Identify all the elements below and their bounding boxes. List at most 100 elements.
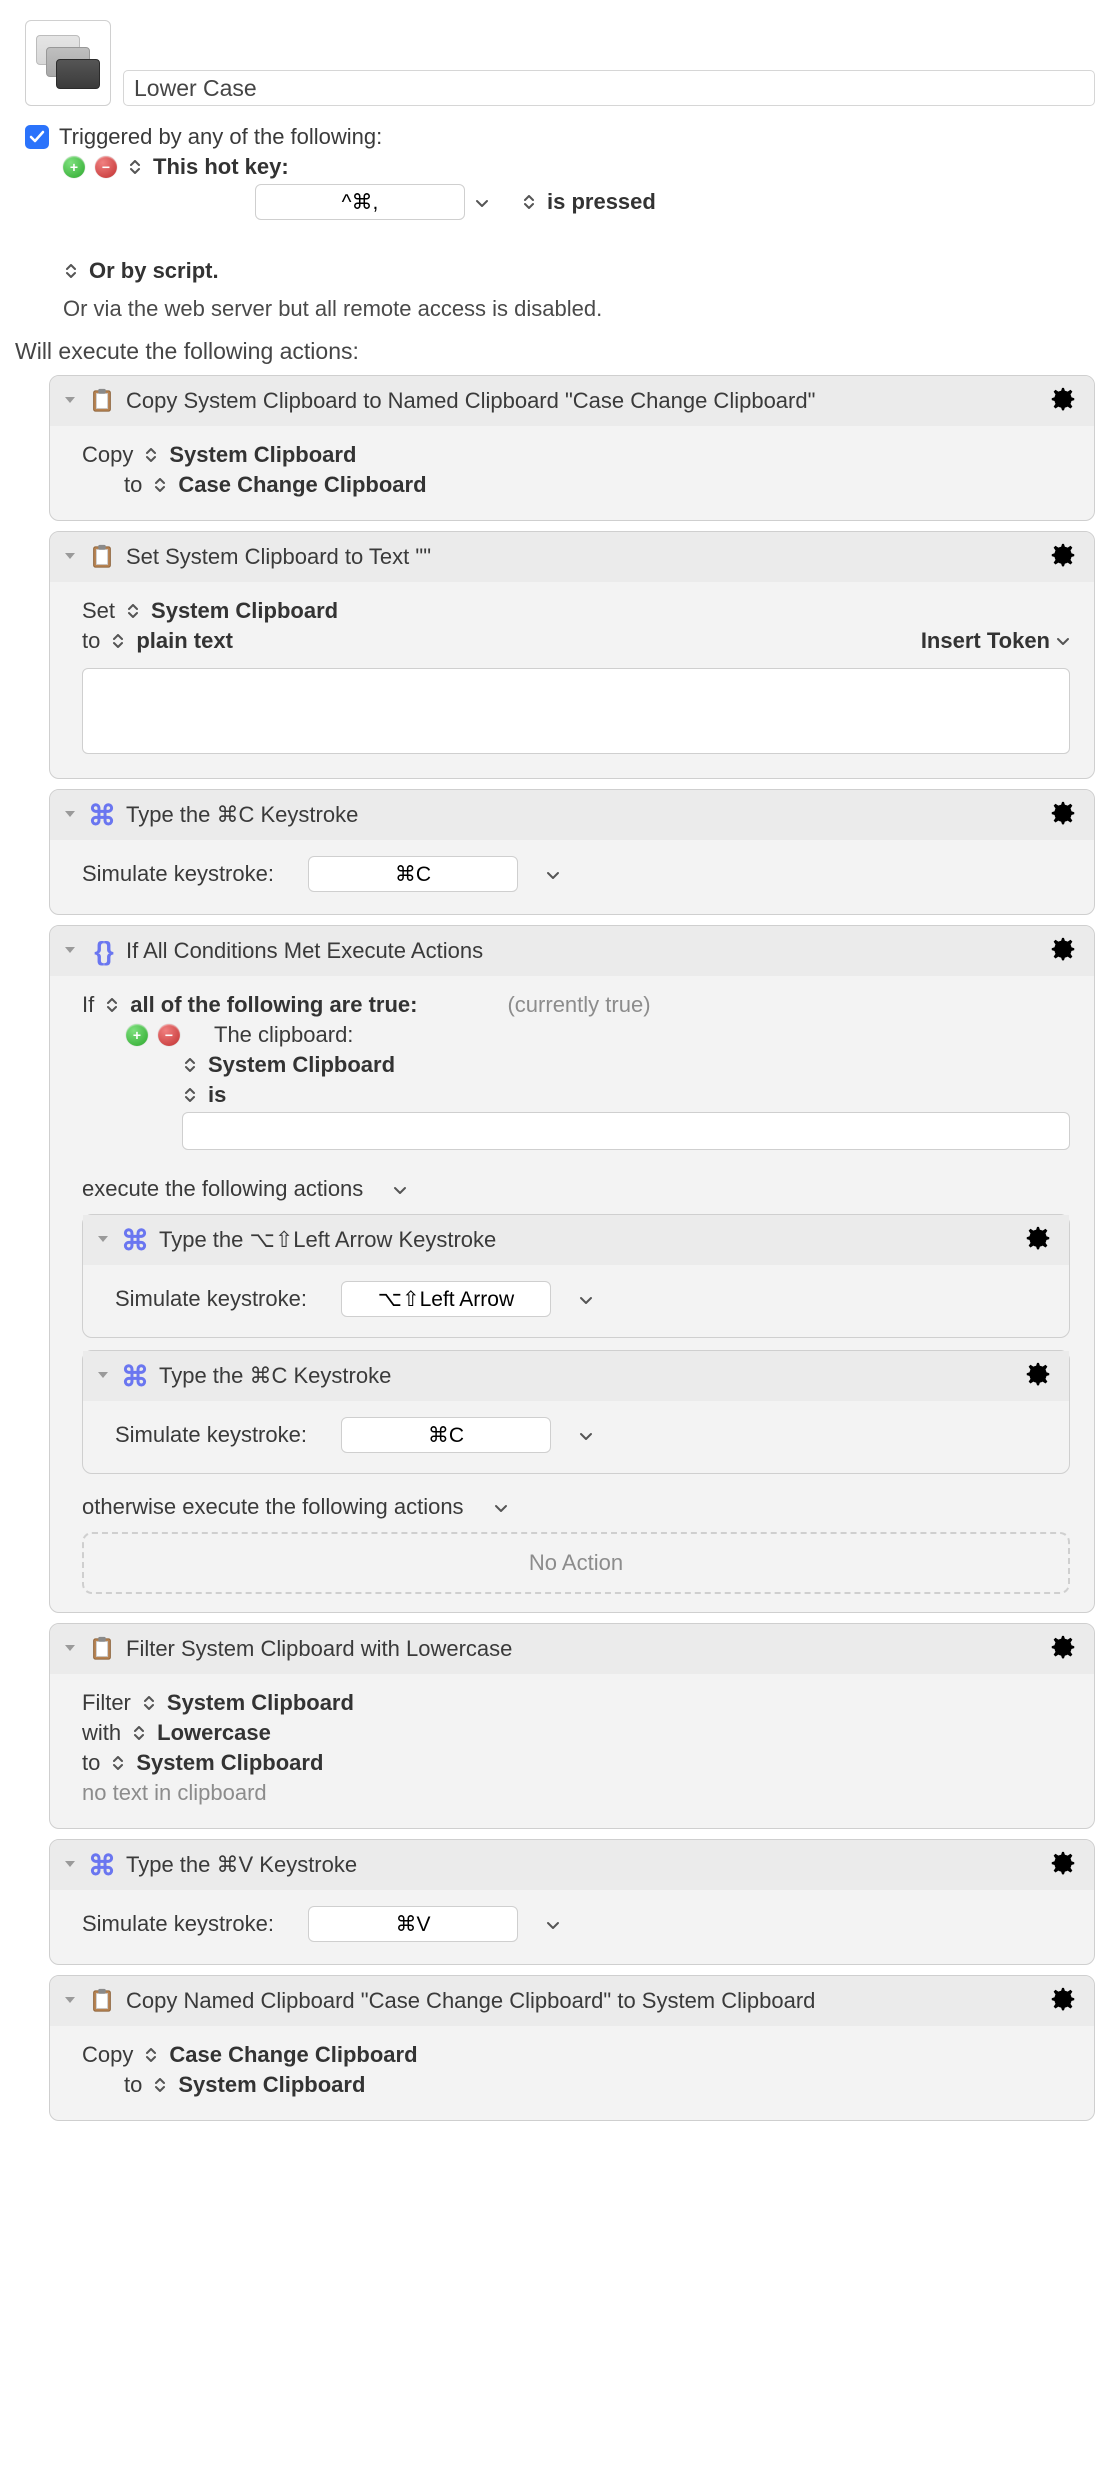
gear-icon[interactable] bbox=[1048, 386, 1078, 416]
gear-icon[interactable] bbox=[1048, 936, 1078, 966]
filter-source: System Clipboard bbox=[167, 1690, 354, 1716]
gear-icon[interactable] bbox=[1048, 800, 1078, 830]
selector-icon[interactable] bbox=[182, 1082, 198, 1108]
simulate-label: Simulate keystroke: bbox=[82, 861, 274, 887]
gear-icon[interactable] bbox=[1048, 1986, 1078, 2016]
chevron-down-icon[interactable] bbox=[475, 189, 489, 215]
gear-icon[interactable] bbox=[1048, 1850, 1078, 1880]
remove-condition-button[interactable]: − bbox=[158, 1024, 180, 1046]
to-value: System Clipboard bbox=[136, 1750, 323, 1776]
action-type-keystroke-cmd-v: ⌘ Type the ⌘V Keystroke Simulate keystro… bbox=[49, 1839, 1095, 1965]
selector-icon[interactable] bbox=[182, 1052, 198, 1078]
copy-source: Case Change Clipboard bbox=[169, 2042, 417, 2068]
selector-icon[interactable] bbox=[152, 472, 168, 498]
all-label: all of the following are true: bbox=[130, 992, 417, 1018]
copy-label: Copy bbox=[82, 442, 133, 468]
hot-key-label: This hot key: bbox=[153, 154, 289, 180]
to-label: to bbox=[124, 2072, 142, 2098]
action-title: Type the ⌘C Keystroke bbox=[159, 1363, 391, 1389]
keystroke-input[interactable] bbox=[341, 1417, 551, 1453]
insert-token-button[interactable]: Insert Token bbox=[921, 628, 1070, 654]
gear-icon[interactable] bbox=[1023, 1361, 1053, 1391]
disclose-icon[interactable] bbox=[62, 544, 78, 570]
selector-icon[interactable] bbox=[127, 154, 143, 180]
add-trigger-button[interactable]: + bbox=[63, 156, 85, 178]
chevron-down-icon[interactable] bbox=[546, 1911, 560, 1937]
disclose-icon[interactable] bbox=[62, 802, 78, 828]
copy-source: System Clipboard bbox=[169, 442, 356, 468]
macro-app-icon[interactable] bbox=[25, 20, 111, 106]
gear-icon[interactable] bbox=[1023, 1225, 1053, 1255]
to-type: plain text bbox=[136, 628, 233, 654]
clipboard-value: System Clipboard bbox=[208, 1052, 395, 1078]
chevron-down-icon[interactable] bbox=[494, 1494, 508, 1520]
to-label: to bbox=[82, 628, 100, 654]
disclose-icon[interactable] bbox=[95, 1227, 111, 1253]
clipboard-cond-label: The clipboard: bbox=[214, 1022, 353, 1048]
copy-dest: Case Change Clipboard bbox=[178, 472, 426, 498]
execute-label: Will execute the following actions: bbox=[15, 338, 1095, 365]
macro-name-input[interactable] bbox=[123, 70, 1095, 106]
clipboard-icon bbox=[88, 387, 116, 415]
clipboard-icon bbox=[88, 1635, 116, 1663]
selector-icon[interactable] bbox=[63, 258, 79, 284]
keystroke-input[interactable] bbox=[308, 856, 518, 892]
selector-icon[interactable] bbox=[143, 2042, 159, 2068]
nested-action-left-arrow: ⌘ Type the ⌥⇧Left Arrow Keystroke Simula… bbox=[82, 1214, 1070, 1338]
execute-label: execute the following actions bbox=[82, 1176, 363, 1202]
no-action-placeholder[interactable]: No Action bbox=[82, 1532, 1070, 1594]
set-target: System Clipboard bbox=[151, 598, 338, 624]
action-title: Type the ⌘V Keystroke bbox=[126, 1852, 357, 1878]
action-if-conditions: { } If All Conditions Met Execute Action… bbox=[49, 925, 1095, 1613]
currently-hint: (currently true) bbox=[507, 992, 650, 1018]
action-title: Set System Clipboard to Text "" bbox=[126, 544, 431, 570]
action-copy-named-clipboard: Copy Named Clipboard "Case Change Clipbo… bbox=[49, 1975, 1095, 2121]
disclose-icon[interactable] bbox=[62, 938, 78, 964]
clipboard-icon bbox=[88, 1987, 116, 2015]
or-by-script-label: Or by script. bbox=[89, 258, 219, 284]
keystroke-input[interactable] bbox=[308, 1906, 518, 1942]
disclose-icon[interactable] bbox=[62, 1988, 78, 2014]
selector-icon[interactable] bbox=[521, 189, 537, 215]
selector-icon[interactable] bbox=[110, 1750, 126, 1776]
action-copy-clipboard: Copy System Clipboard to Named Clipboard… bbox=[49, 375, 1095, 521]
disclose-icon[interactable] bbox=[95, 1363, 111, 1389]
disclose-icon[interactable] bbox=[62, 1852, 78, 1878]
chevron-down-icon[interactable] bbox=[579, 1422, 593, 1448]
chevron-down-icon[interactable] bbox=[579, 1286, 593, 1312]
selector-icon[interactable] bbox=[152, 2072, 168, 2098]
disclose-icon[interactable] bbox=[62, 388, 78, 414]
triggered-label: Triggered by any of the following: bbox=[59, 124, 382, 150]
command-icon: ⌘ bbox=[88, 1851, 116, 1879]
selector-icon[interactable] bbox=[110, 628, 126, 654]
action-title: If All Conditions Met Execute Actions bbox=[126, 938, 483, 964]
selector-icon[interactable] bbox=[125, 598, 141, 624]
copy-dest: System Clipboard bbox=[178, 2072, 365, 2098]
hot-key-input[interactable] bbox=[255, 184, 465, 220]
selector-icon[interactable] bbox=[131, 1720, 147, 1746]
gear-icon[interactable] bbox=[1048, 1634, 1078, 1664]
simulate-label: Simulate keystroke: bbox=[115, 1422, 307, 1448]
if-label: If bbox=[82, 992, 94, 1018]
triggered-checkbox[interactable] bbox=[25, 125, 49, 149]
to-label: to bbox=[82, 1750, 100, 1776]
selector-icon[interactable] bbox=[104, 992, 120, 1018]
selector-icon[interactable] bbox=[141, 1690, 157, 1716]
gear-icon[interactable] bbox=[1048, 542, 1078, 572]
disclose-icon[interactable] bbox=[62, 1636, 78, 1662]
action-title: Filter System Clipboard with Lowercase bbox=[126, 1636, 512, 1662]
selector-icon[interactable] bbox=[143, 442, 159, 468]
no-text-hint: no text in clipboard bbox=[82, 1780, 267, 1806]
remove-trigger-button[interactable]: − bbox=[95, 156, 117, 178]
is-pressed-label: is pressed bbox=[547, 189, 656, 215]
chevron-down-icon[interactable] bbox=[546, 861, 560, 887]
condition-text-input[interactable] bbox=[182, 1112, 1070, 1150]
command-icon: ⌘ bbox=[88, 801, 116, 829]
action-type-keystroke-cmd-c: ⌘ Type the ⌘C Keystroke Simulate keystro… bbox=[49, 789, 1095, 915]
keystroke-input[interactable] bbox=[341, 1281, 551, 1317]
add-condition-button[interactable]: + bbox=[126, 1024, 148, 1046]
text-value-input[interactable] bbox=[82, 668, 1070, 754]
copy-label: Copy bbox=[82, 2042, 133, 2068]
nested-action-cmd-c: ⌘ Type the ⌘C Keystroke Simulate keystro… bbox=[82, 1350, 1070, 1474]
chevron-down-icon[interactable] bbox=[393, 1176, 407, 1202]
